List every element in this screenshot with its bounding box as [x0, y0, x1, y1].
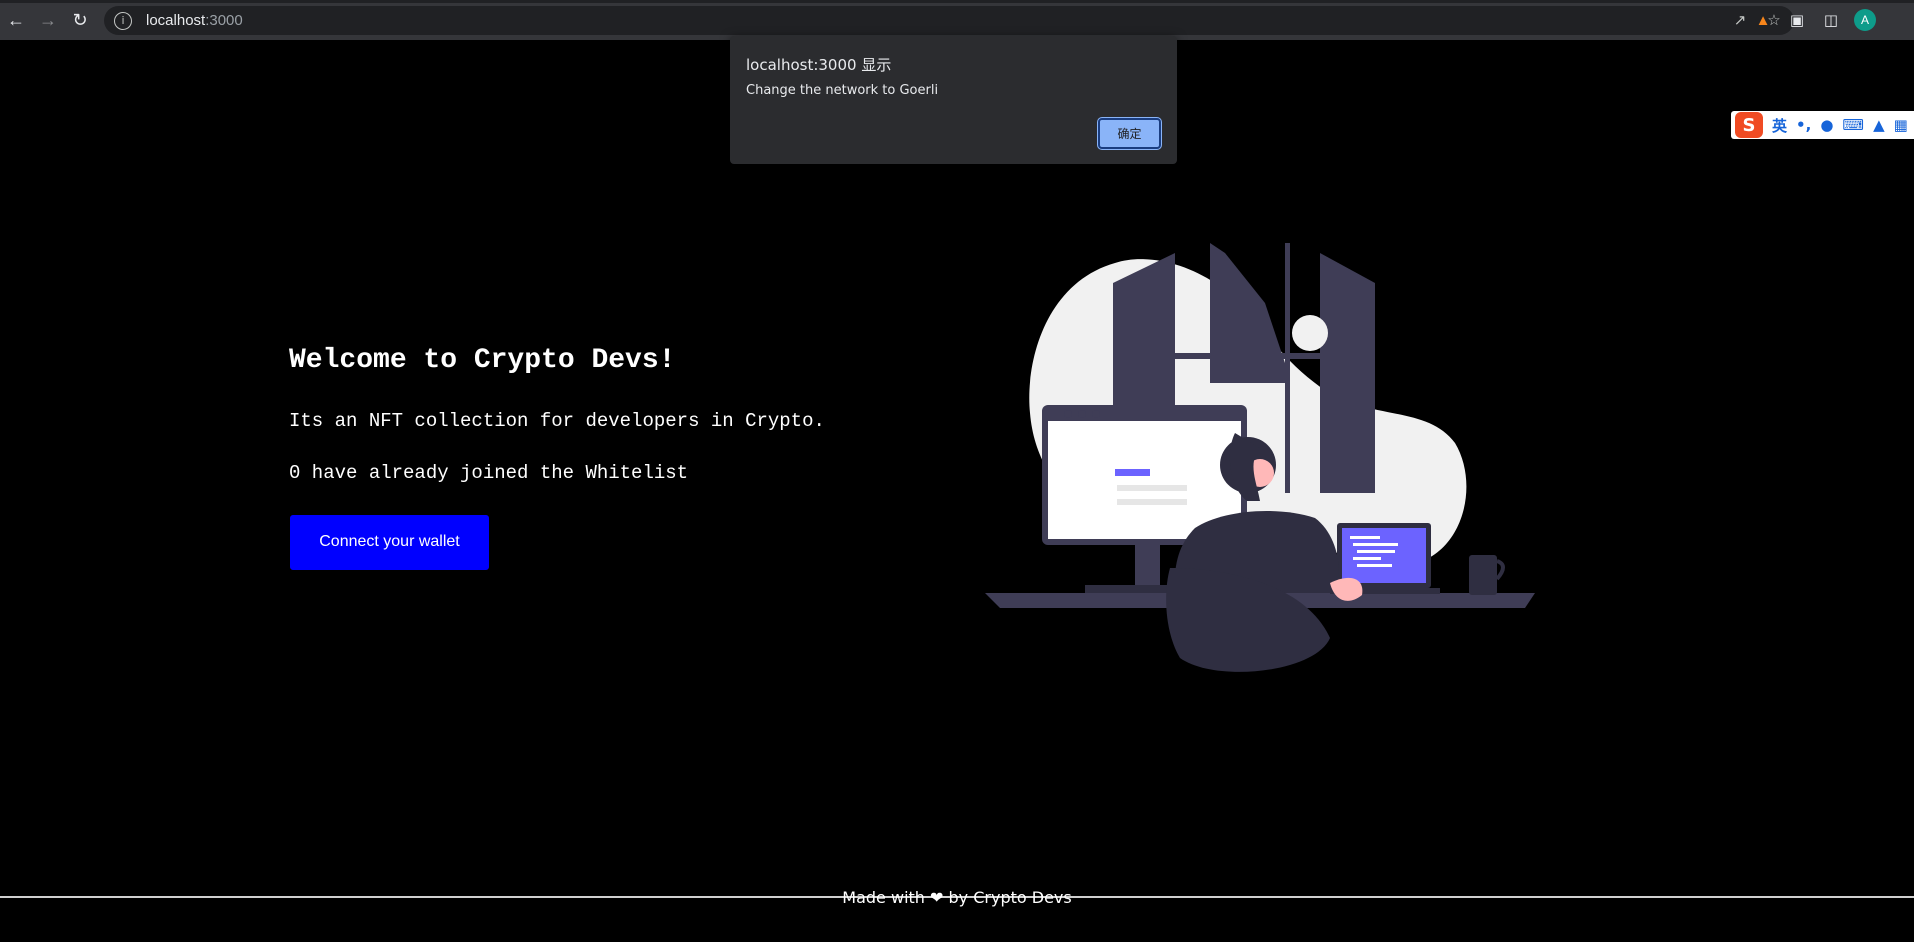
keyboard-icon[interactable]: ⌨ [1842, 116, 1864, 134]
dialog-message: Change the network to Goerli [746, 83, 939, 98]
metamask-fox-icon[interactable]: ▲ [1752, 9, 1774, 31]
hero-description: Its an NFT collection for developers in … [289, 409, 825, 432]
url-port: :3000 [205, 12, 243, 29]
page-content: Welcome to Crypto Devs! Its an NFT colle… [0, 40, 1914, 942]
footer-text-before: Made with [842, 888, 925, 907]
tab-strip [0, 0, 1914, 3]
dialog-ok-button[interactable]: 确定 [1098, 118, 1161, 149]
developer-illustration [985, 243, 1535, 672]
grid-icon[interactable]: ▦ [1894, 116, 1908, 134]
url-host: localhost [146, 12, 206, 29]
ime-toolbar: S 英 •, ● ⌨ ▲ ▦ [1731, 111, 1914, 139]
extension-area: ▲ ▣ ◫ A [1752, 9, 1876, 31]
reload-icon[interactable]: ↻ [64, 4, 96, 36]
sogou-logo-icon[interactable]: S [1735, 112, 1763, 138]
alert-dialog: localhost:3000 显示 Change the network to … [730, 36, 1177, 164]
ime-punctuation-toggle[interactable]: •, [1796, 116, 1811, 134]
connect-wallet-button[interactable]: Connect your wallet [289, 513, 490, 571]
heart-icon: ❤ [930, 888, 944, 907]
footer: Made with ❤ by Crypto Devs [0, 888, 1914, 907]
ime-language-toggle[interactable]: 英 [1772, 115, 1787, 136]
info-icon[interactable]: i [114, 11, 132, 30]
page-title: Welcome to Crypto Devs! [289, 345, 676, 376]
shirt-icon[interactable]: ▲ [1873, 116, 1885, 134]
side-panel-icon[interactable]: ◫ [1820, 9, 1842, 31]
dialog-title: localhost:3000 显示 [746, 56, 892, 74]
puzzle-icon[interactable]: ▣ [1786, 9, 1808, 31]
back-arrow-icon[interactable]: ← [0, 4, 32, 36]
hero-section: Welcome to Crypto Devs! Its an NFT colle… [289, 344, 929, 571]
forward-arrow-icon[interactable]: → [32, 4, 64, 36]
whitelist-count: 0 have already joined the Whitelist [289, 461, 689, 484]
address-bar[interactable]: i localhost:3000 ↗ ☆ [104, 6, 1794, 35]
browser-toolbar: ← → ↻ i localhost:3000 ↗ ☆ ▲ ▣ ◫ A [0, 0, 1914, 40]
footer-text-after: by Crypto Devs [948, 888, 1072, 907]
microphone-icon[interactable]: ● [1820, 116, 1833, 134]
url-text[interactable]: localhost:3000 [146, 12, 243, 29]
share-icon[interactable]: ↗ [1730, 10, 1750, 30]
profile-avatar[interactable]: A [1854, 9, 1876, 31]
